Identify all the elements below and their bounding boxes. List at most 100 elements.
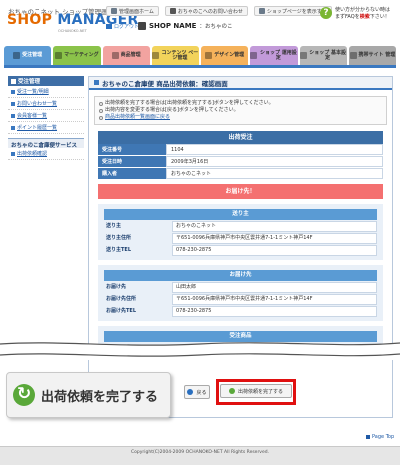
tab-marketing-label: マーケティング (64, 52, 99, 58)
top-links: 管理画面ホーム おちゃのこへのお問い合わせ ショップページを表示する (106, 6, 332, 16)
tab-mobile-label: 携帯サイト 管理 (358, 52, 396, 58)
arrow-up-icon (366, 435, 370, 439)
basic-settings-icon (299, 52, 307, 59)
order-row-value: 1104 (166, 144, 383, 155)
info-icon (99, 101, 103, 106)
operation-icon (250, 52, 258, 59)
recipient-title: お届け先 (104, 270, 377, 281)
back-button[interactable]: 戻る (184, 385, 210, 399)
help-line-2: まずFAQを検索下さい！ (335, 14, 390, 21)
order-row: 受注番号 1104 (98, 144, 383, 156)
order-panel-title: 出荷受注 (98, 131, 383, 144)
page-title: おちゃのこ倉庫便 商品出荷依頼：確認画面 (89, 77, 392, 90)
sender-title: 送り主 (104, 209, 377, 220)
shop-name-label: SHOP NAME (149, 22, 197, 30)
sidebar-heading-label: 受注管理 (18, 79, 41, 85)
sidebar-heading: 受注管理 (8, 76, 84, 86)
recipient-row-label: お届け先住所 (106, 296, 137, 302)
content-icon (151, 52, 159, 59)
contact-link-label: おちゃのこへのお問い合わせ (177, 8, 243, 15)
sender-row: 送り主TEL 078-230-2875 (104, 245, 377, 256)
sidebar-item-shipping-request[interactable]: 出荷依頼確認 (8, 148, 84, 160)
home-link[interactable]: 管理画面ホーム (106, 6, 159, 16)
copyright-text: Copyright(C)2004-2009 OCHANOKO-NET All R… (130, 450, 270, 455)
mobile-icon (349, 52, 357, 59)
sidebar-item-label: 会員客様一覧 (17, 113, 48, 119)
help-suffix: 下さい！ (369, 14, 390, 20)
help-text: 使い方が分からない時は まずFAQを検索下さい！ (335, 7, 390, 21)
tab-shop-operation[interactable]: ショップ 運用設定 (250, 46, 298, 65)
shop-name: SHOP NAME ：おちゃのこ (138, 22, 232, 30)
back-to-list-link[interactable]: 商品出荷依頼一覧画面に戻る (105, 114, 170, 121)
recipient-row-value: 〒651-0096兵庫県神戸市中央区雲井通7-1-1ミント神戸14F (172, 294, 377, 305)
sidebar-item-label: お問い合わせ一覧 (17, 101, 58, 107)
sender-row-value: 〒651-0096兵庫県神戸市中央区雲井通7-1-1ミント神戸14F (172, 233, 377, 244)
order-row-label: 購入者 (98, 168, 166, 179)
home-link-label: 管理画面ホーム (119, 8, 154, 15)
notice-text-1: 出荷依頼を完了する場合は[出荷依頼を完了する]ボタンを押してください。 (105, 100, 274, 106)
cut-separator (0, 342, 400, 357)
tab-products[interactable]: 商品管理 (102, 46, 150, 65)
sidebar-item-label: 出荷依頼確認 (17, 151, 48, 157)
notice-line-2: 出荷内容を変更する場合は[戻る]ボタンを押してください。 (99, 107, 382, 114)
recipient-row-value: 山田太郎 (172, 282, 377, 293)
refresh-icon (13, 384, 35, 406)
shop-name-value: ：おちゃのこ (199, 24, 233, 30)
header: おちゃのこネット ショップ管理画面 SHOP MANAGER OCHANOKO-… (0, 0, 400, 46)
sidebar-subheading: おちゃのこ倉庫便サービス (8, 138, 84, 149)
complete-button-label: 出荷依頼を完了する (237, 388, 283, 395)
sidebar-item-inquiries[interactable]: お問い合わせ一覧 (8, 98, 84, 110)
sidebar-item-label: ポイント履歴一覧 (17, 125, 58, 131)
logout-label: ログアウト (114, 24, 140, 30)
orders-icon (13, 52, 21, 59)
contact-link[interactable]: おちゃのこへのお問い合わせ (164, 6, 248, 16)
mail-icon (169, 8, 176, 14)
brand-shop-text: SHOP (7, 12, 53, 28)
help-search-link[interactable]: 検索 (360, 14, 370, 20)
complete-shipping-button[interactable]: 出荷依頼を完了する (220, 384, 292, 398)
page-title-text: おちゃのこ倉庫便 商品出荷依頼：確認画面 (102, 79, 228, 88)
logout-icon (106, 24, 112, 29)
design-icon (205, 52, 213, 59)
logout-link[interactable]: ログアウト (106, 23, 139, 30)
main-content: おちゃのこ倉庫便 商品出荷依頼：確認画面 出荷依頼を完了する場合は[出荷依頼を完… (88, 76, 393, 346)
square-icon (11, 78, 16, 84)
window-icon (258, 8, 265, 14)
question-icon: ? (320, 7, 332, 19)
zoomed-complete-callout: 出荷依頼を完了する (6, 372, 171, 418)
tab-orders[interactable]: 受注管理 (4, 46, 52, 65)
tab-content-pages[interactable]: コンテンツ ページ管理 (151, 46, 199, 65)
info-icon (99, 108, 103, 113)
tab-design[interactable]: デザイン管理 (201, 46, 249, 65)
tab-mobile-site[interactable]: 携帯サイト 管理 (348, 46, 396, 65)
refresh-icon (228, 388, 235, 394)
page-top-link[interactable]: Page Top (366, 434, 394, 440)
sidebar-item-points[interactable]: ポイント履歴一覧 (8, 122, 84, 134)
footer: Copyright(C)2004-2009 OCHANOKO-NET All R… (0, 446, 400, 465)
recipient-row: お届け先 山田太郎 (104, 282, 377, 293)
tab-shop-basic[interactable]: ショップ 基本設定 (299, 46, 347, 65)
sidebar-item-orders-list[interactable]: 受注一覧/明細 (8, 86, 84, 98)
notice-box: 出荷依頼を完了する場合は[出荷依頼を完了する]ボタンを押してください。 出荷内容… (94, 96, 387, 125)
notice-line-1: 出荷依頼を完了する場合は[出荷依頼を完了する]ボタンを押してください。 (99, 100, 382, 107)
nav-underline (4, 65, 396, 68)
order-row-label: 受注日時 (98, 156, 166, 167)
recipient-row-value: 078-230-2875 (172, 306, 377, 317)
page-top-label: Page Top (372, 434, 395, 440)
help-line-1: 使い方が分からない時は (335, 7, 391, 13)
brand-small-text: OCHANOKO-NET (58, 29, 87, 33)
sender-row-label: 送り主 (106, 223, 122, 229)
sender-row-label: 送り主TEL (106, 247, 132, 253)
bullet-icon (11, 89, 15, 94)
zoomed-complete-label: 出荷依頼を完了する (41, 389, 159, 405)
view-shop-link-label: ショップページを表示する (266, 8, 327, 15)
order-row: 受注日時 2009年3月16日 (98, 156, 383, 168)
tab-marketing[interactable]: マーケティング (53, 46, 101, 65)
sidebar-item-members[interactable]: 会員客様一覧 (8, 110, 84, 122)
order-row-value: 2009年3月16日 (166, 156, 383, 167)
bullet-icon (11, 125, 15, 130)
recipient-row-label: お届け先 (106, 284, 127, 290)
help-box[interactable]: ? 使い方が分からない時は まずFAQを検索下さい！ (320, 7, 390, 21)
recipient-row-label: お届け先TEL (106, 308, 137, 314)
bullet-icon (11, 101, 15, 106)
